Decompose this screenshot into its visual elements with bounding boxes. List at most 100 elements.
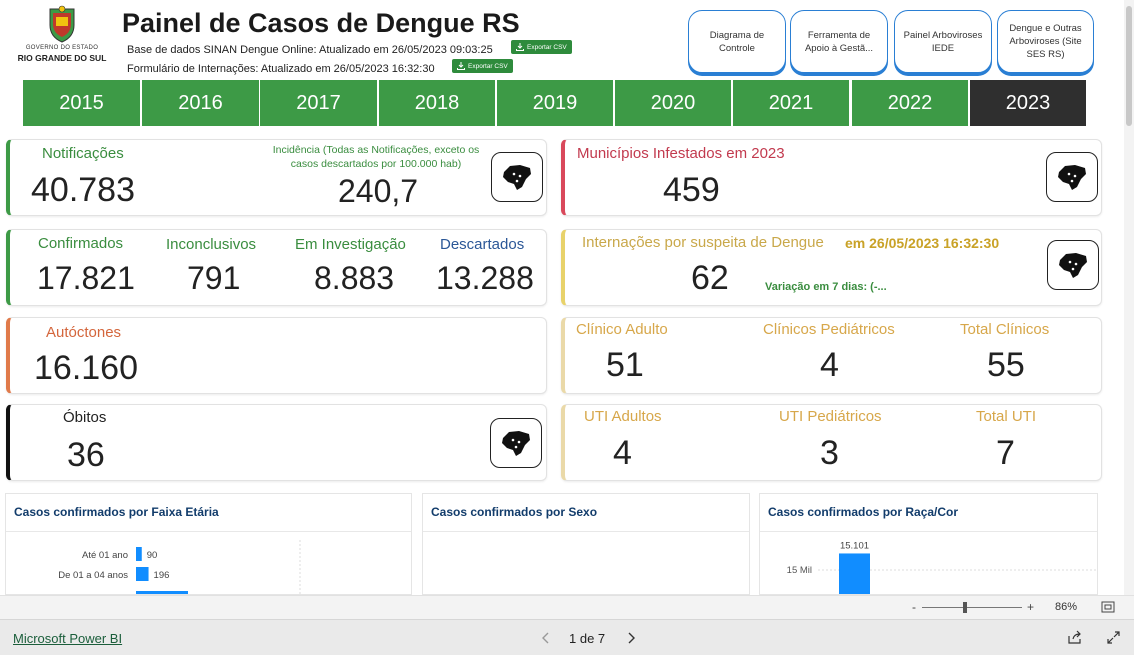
rs-map-icon xyxy=(502,431,530,456)
zoom-bar: - + 86% xyxy=(0,595,1134,619)
confirmados-value: 17.821 xyxy=(37,260,135,296)
export-icon xyxy=(457,62,465,70)
internacoes-update-text: Formulário de Internações: Atualizado em… xyxy=(127,63,435,75)
fullscreen-icon[interactable] xyxy=(1106,630,1121,645)
incidencia-label: Incidência (Todas as Notificações, excet… xyxy=(272,144,480,170)
dengue-arboviroses-site-button[interactable]: Dengue e Outras Arboviroses (Site SES RS… xyxy=(997,10,1094,73)
inconclusivos-label: Inconclusivos xyxy=(166,236,257,253)
sinan-update-text: Base de dados SINAN Dengue Online: Atual… xyxy=(127,44,493,56)
panel-sexo: Casos confirmados por Sexo xyxy=(422,493,750,595)
zoom-level: 86% xyxy=(1055,601,1078,613)
faixa-category-label: Até 01 ano xyxy=(82,550,128,561)
descartados-label: Descartados xyxy=(440,236,525,253)
year-tab-2022[interactable]: 2022 xyxy=(852,80,968,126)
raca-data-label: 15.101 xyxy=(840,540,869,551)
logo-line1: GOVERNO DO ESTADO xyxy=(25,45,99,51)
page-indicator: 1 de 7 xyxy=(569,631,606,646)
faixa-bar xyxy=(136,567,149,581)
clinico-adulto-label: Clínico Adulto xyxy=(576,321,668,338)
zoom-out-button[interactable]: - xyxy=(912,600,916,614)
chevron-right-icon[interactable] xyxy=(626,632,636,644)
uti-pediatricos-label: UTI Pediátricos xyxy=(779,408,882,425)
chevron-left-icon[interactable] xyxy=(541,632,551,644)
zoom-in-button[interactable]: + xyxy=(1027,600,1034,614)
internacoes-variacao: Variação em 7 dias: (-... xyxy=(765,281,887,293)
faixa-data-label: 90 xyxy=(147,550,158,561)
clinico-adulto-value: 51 xyxy=(606,346,644,384)
obitos-value: 36 xyxy=(67,436,105,474)
faixa-category-label: De 01 a 04 anos xyxy=(58,570,128,581)
total-uti-value: 7 xyxy=(996,434,1015,472)
total-clinicos-label: Total Clínicos xyxy=(960,321,1050,338)
vertical-scrollbar[interactable] xyxy=(1124,0,1134,595)
ferramenta-apoio-button[interactable]: Ferramenta de Apoio à Gestã... xyxy=(790,10,888,73)
total-clinicos-value: 55 xyxy=(987,346,1025,384)
faixa-data-label: 196 xyxy=(154,570,170,581)
rs-map-button[interactable] xyxy=(1047,240,1099,290)
uti-adultos-label: UTI Adultos xyxy=(584,408,662,425)
notificacoes-label: Notificações xyxy=(42,145,124,162)
panel-faixa-etaria: Casos confirmados por Faixa Etária Até 0… xyxy=(5,493,412,595)
sexo-title: Casos confirmados por Sexo xyxy=(423,494,749,532)
internacoes-date: em 26/05/2023 16:32:30 xyxy=(845,235,1000,251)
raca-tick-label: 15 Mil xyxy=(787,565,812,576)
internacoes-value: 62 xyxy=(691,259,729,297)
rs-map-icon xyxy=(1058,165,1086,190)
faixa-etaria-chart: Até 01 ano 90 De 01 a 04 anos 196 xyxy=(58,540,301,594)
rs-map-button[interactable] xyxy=(490,418,542,468)
panel-raca-cor: Casos confirmados por Raça/Cor 15 Mil 15.… xyxy=(759,493,1098,595)
coat-of-arms-icon xyxy=(49,5,75,43)
notificacoes-value: 40.783 xyxy=(31,171,135,209)
faixa-bar xyxy=(136,547,142,561)
obitos-label: Óbitos xyxy=(63,409,107,426)
autoctones-label: Autóctones xyxy=(46,324,122,341)
raca-bar xyxy=(839,553,870,594)
power-bi-report: GOVERNO DO ESTADO RIO GRANDE DO SUL Pain… xyxy=(0,0,1134,655)
incidencia-value: 240,7 xyxy=(338,173,419,209)
year-tab-2016[interactable]: 2016 xyxy=(142,80,259,126)
scrollbar-thumb[interactable] xyxy=(1126,6,1132,126)
rs-map-button[interactable] xyxy=(1046,152,1098,202)
rs-map-icon xyxy=(1059,253,1087,278)
uti-adultos-value: 4 xyxy=(613,434,632,472)
rs-map-button[interactable] xyxy=(491,152,543,202)
power-bi-link[interactable]: Microsoft Power BI xyxy=(13,631,122,646)
clinicos-pediatricos-value: 4 xyxy=(820,346,839,384)
year-tab-2020[interactable]: 2020 xyxy=(615,80,731,126)
uti-pediatricos-value: 3 xyxy=(820,434,839,472)
inconclusivos-value: 791 xyxy=(187,260,241,296)
year-tab-2019[interactable]: 2019 xyxy=(497,80,613,126)
raca-cor-chart: 15 Mil 15.101 xyxy=(787,540,1097,594)
zoom-slider-track[interactable] xyxy=(922,607,1022,608)
confirmados-label: Confirmados xyxy=(38,235,124,252)
year-tab-2015[interactable]: 2015 xyxy=(23,80,140,126)
year-tab-2023[interactable]: 2023 xyxy=(970,80,1086,126)
power-bi-footer: Microsoft Power BI 1 de 7 xyxy=(0,619,1134,655)
export-label: Exportar CSV xyxy=(468,62,508,70)
export-csv-intern-button[interactable]: Exportar CSV xyxy=(452,59,513,73)
export-label: Exportar CSV xyxy=(527,43,567,51)
diagrama-controle-button[interactable]: Diagrama de Controle xyxy=(688,10,786,73)
faixa-etaria-title: Casos confirmados por Faixa Etária xyxy=(6,494,411,532)
fit-page-icon[interactable] xyxy=(1101,601,1115,613)
export-icon xyxy=(516,43,524,51)
year-tab-2018[interactable]: 2018 xyxy=(379,80,495,126)
descartados-value: 13.288 xyxy=(436,260,534,296)
rs-map-icon xyxy=(503,165,531,190)
year-tab-2017[interactable]: 2017 xyxy=(260,80,377,126)
rs-government-logo: GOVERNO DO ESTADO RIO GRANDE DO SUL xyxy=(14,5,110,73)
municipios-value: 459 xyxy=(663,171,720,209)
painel-arboviroses-button[interactable]: Painel Arboviroses IEDE xyxy=(894,10,992,73)
total-uti-label: Total UTI xyxy=(976,408,1037,425)
share-icon[interactable] xyxy=(1067,630,1082,645)
zoom-slider-thumb[interactable] xyxy=(963,602,967,613)
municipios-label: Municípios Infestados em 2023 xyxy=(577,145,785,162)
raca-cor-title: Casos confirmados por Raça/Cor xyxy=(760,494,1097,532)
autoctones-value: 16.160 xyxy=(34,349,138,387)
investigacao-value: 8.883 xyxy=(314,260,395,296)
logo-line2: RIO GRANDE DO SUL xyxy=(17,53,107,63)
page-title: Painel de Casos de Dengue RS xyxy=(122,8,520,38)
clinicos-pediatricos-label: Clínicos Pediátricos xyxy=(763,321,895,338)
export-csv-sinan-button[interactable]: Exportar CSV xyxy=(511,40,572,54)
year-tab-2021[interactable]: 2021 xyxy=(733,80,849,126)
